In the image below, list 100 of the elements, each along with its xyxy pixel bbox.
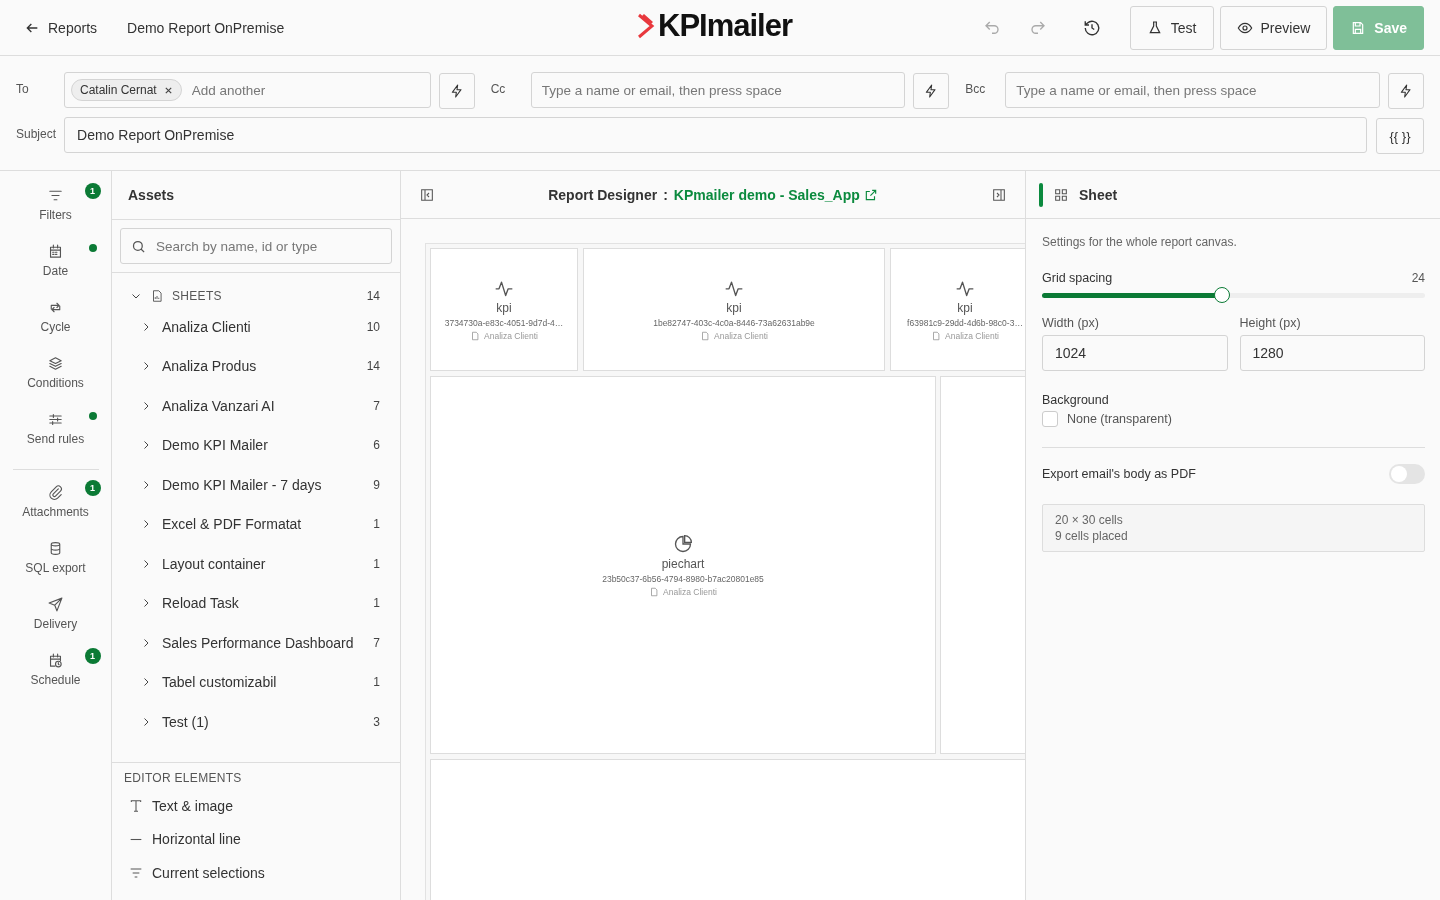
grid-icon bbox=[1053, 186, 1069, 203]
field-label: Height (px) bbox=[1239, 316, 1302, 330]
editor-element[interactable]: Text & image bbox=[124, 789, 237, 823]
info-text: 9 cells placed bbox=[1055, 529, 1129, 543]
rail-item[interactable]: Attachments 1 bbox=[10, 480, 101, 536]
field-label: Background bbox=[1042, 393, 1110, 407]
object-id: 1be82747-403c-4c0a-8446-73a62631ab9e bbox=[653, 318, 815, 328]
tree-group[interactable]: SHEETS 14 bbox=[130, 285, 380, 307]
pulse-icon bbox=[955, 278, 975, 298]
panel-title: Sheet bbox=[1079, 186, 1118, 203]
width-field[interactable]: 1024 bbox=[1042, 335, 1228, 371]
canvas-cell[interactable] bbox=[940, 376, 1025, 754]
rail-item[interactable]: Filters 1 bbox=[10, 183, 101, 239]
close-icon[interactable] bbox=[163, 85, 173, 95]
recipient-field[interactable]: Type a name or email, then press space bbox=[530, 72, 906, 108]
info-text: 20 × 30 cells bbox=[1055, 513, 1124, 527]
sheet-item[interactable]: Demo KPI Mailer 6 bbox=[130, 425, 380, 465]
subject-field[interactable]: Demo Report OnPremise bbox=[64, 117, 1367, 153]
collapse-left-button[interactable] bbox=[419, 186, 435, 203]
sheet-icon bbox=[649, 586, 660, 597]
pulse-icon bbox=[494, 278, 514, 298]
app-link[interactable]: KPmailer demo - Sales_App bbox=[673, 186, 878, 203]
object-id: 23b50c37-6b56-4794-8980-b7ac20801e85 bbox=[602, 573, 764, 584]
canvas-cell[interactable]: kpi f63981c9-29dd-4d6b-98c0-3… Analiza Clienti bbox=[890, 248, 1025, 371]
sheet-name: Analiza Clienti bbox=[484, 331, 538, 341]
sheet-item[interactable]: Sales Performance Dashboard 7 bbox=[130, 623, 380, 663]
slider-label: Grid spacing bbox=[1042, 271, 1113, 285]
sheet-icon bbox=[470, 331, 481, 341]
variables-button[interactable]: {{ }} bbox=[1376, 118, 1424, 154]
height-field[interactable]: 1280 bbox=[1239, 335, 1425, 371]
canvas-cell[interactable]: piechart 23b50c37-6b56-4794-8980-b7ac20801e85 Analiza Clienti bbox=[430, 376, 936, 754]
text-icon bbox=[128, 797, 144, 814]
sheet-item[interactable]: Layout container 1 bbox=[130, 544, 380, 584]
lightning-button[interactable] bbox=[1388, 73, 1424, 109]
toggle-switch[interactable] bbox=[1389, 464, 1425, 484]
rail-item[interactable]: Cycle bbox=[10, 295, 101, 351]
recipient-input[interactable]: Type a name or email, then press space bbox=[1012, 81, 1373, 99]
field-label: Subject bbox=[16, 126, 57, 141]
search-input[interactable]: Search by name, id or type bbox=[154, 237, 381, 255]
field-label: Bcc bbox=[965, 81, 987, 96]
line-icon bbox=[128, 837, 144, 841]
rail-item[interactable]: Send rules bbox=[10, 407, 101, 463]
editor-element[interactable]: Horizontal line bbox=[124, 822, 245, 856]
rail-item[interactable]: SQL export bbox=[10, 536, 101, 592]
field-label: Cc bbox=[490, 81, 507, 96]
slider-thumb[interactable] bbox=[1214, 287, 1230, 303]
rail-item[interactable]: Schedule 1 bbox=[10, 648, 101, 704]
sheet-item[interactable]: Analiza Vanzari AI 7 bbox=[130, 386, 380, 426]
collapse-right-button[interactable] bbox=[991, 186, 1007, 203]
panel-description: Settings for the whole report canvas. bbox=[1042, 235, 1238, 249]
sheet-name: Analiza Clienti bbox=[714, 331, 768, 341]
count-badge: 1 bbox=[84, 648, 101, 664]
preview-button[interactable]: Preview bbox=[1219, 5, 1328, 50]
object-type: kpi bbox=[496, 301, 512, 315]
sheet-item[interactable]: Demo KPI Mailer - 7 days 9 bbox=[130, 465, 380, 505]
checkbox-label: None (transparent) bbox=[1067, 412, 1172, 426]
chevron-logo-icon bbox=[636, 12, 656, 40]
rail-item[interactable]: Conditions bbox=[10, 351, 101, 407]
title-separator: : bbox=[663, 186, 668, 203]
rail-item[interactable]: Date bbox=[10, 239, 101, 295]
sheet-item[interactable]: Test (1) 3 bbox=[130, 702, 380, 742]
canvas-cell[interactable]: kpi 1be82747-403c-4c0a-8446-73a62631ab9e Analiza Clienti bbox=[583, 248, 885, 371]
designer-title: Report Designer bbox=[548, 186, 658, 203]
sheet-icon bbox=[150, 289, 164, 303]
report-title: Demo Report OnPremise bbox=[127, 19, 285, 36]
count-badge: 1 bbox=[84, 183, 101, 199]
slider-value: 24 bbox=[1411, 271, 1425, 285]
recipient-chip[interactable]: Catalin Cernat bbox=[71, 79, 182, 101]
rail-item[interactable]: Delivery bbox=[10, 592, 101, 648]
lightning-button[interactable] bbox=[913, 73, 950, 109]
checkbox[interactable] bbox=[1042, 411, 1058, 427]
lightning-button[interactable] bbox=[438, 73, 475, 109]
sheet-item[interactable]: Analiza Produs 14 bbox=[130, 346, 380, 386]
sheet-icon bbox=[931, 331, 942, 341]
sheet-name: Analiza Clienti bbox=[663, 586, 717, 597]
logo-text: KPImailer bbox=[658, 8, 792, 44]
sheet-item[interactable]: Excel & PDF Formatat 1 bbox=[130, 504, 380, 544]
toggle-label: Export email's body as PDF bbox=[1042, 467, 1196, 481]
search-field[interactable]: Search by name, id or type bbox=[120, 228, 392, 264]
panel-left-icon bbox=[419, 186, 435, 203]
back-link[interactable]: Reports bbox=[24, 19, 98, 36]
count-badge: 1 bbox=[84, 480, 101, 496]
canvas-cell[interactable]: kpi 3734730a-e83c-4051-9d7d-4… Analiza Clienti bbox=[430, 248, 578, 371]
sheet-item[interactable]: Analiza Clienti 10 bbox=[130, 307, 380, 347]
section-title: EDITOR ELEMENTS bbox=[124, 771, 243, 785]
sheet-item[interactable]: Tabel customizabil 1 bbox=[130, 662, 380, 702]
field-label: Width (px) bbox=[1042, 316, 1100, 330]
recipient-input[interactable]: Type a name or email, then press space bbox=[537, 81, 899, 99]
sheet-icon bbox=[700, 331, 711, 341]
pulse-icon bbox=[724, 278, 744, 298]
external-link-icon bbox=[863, 187, 878, 202]
recipient-input[interactable]: Add another bbox=[187, 81, 424, 99]
panel-right-icon bbox=[991, 186, 1007, 203]
editor-element[interactable]: Current selections bbox=[124, 856, 269, 890]
test-button[interactable]: Test bbox=[1129, 5, 1214, 50]
recipient-field[interactable]: Type a name or email, then press space bbox=[1005, 72, 1380, 108]
object-id: f63981c9-29dd-4d6b-98c0-3… bbox=[907, 318, 1023, 328]
sheet-item[interactable]: Reload Task 1 bbox=[130, 583, 380, 623]
recipient-field[interactable]: Catalin Cernat Add another bbox=[64, 72, 431, 108]
object-type: kpi bbox=[957, 301, 973, 315]
